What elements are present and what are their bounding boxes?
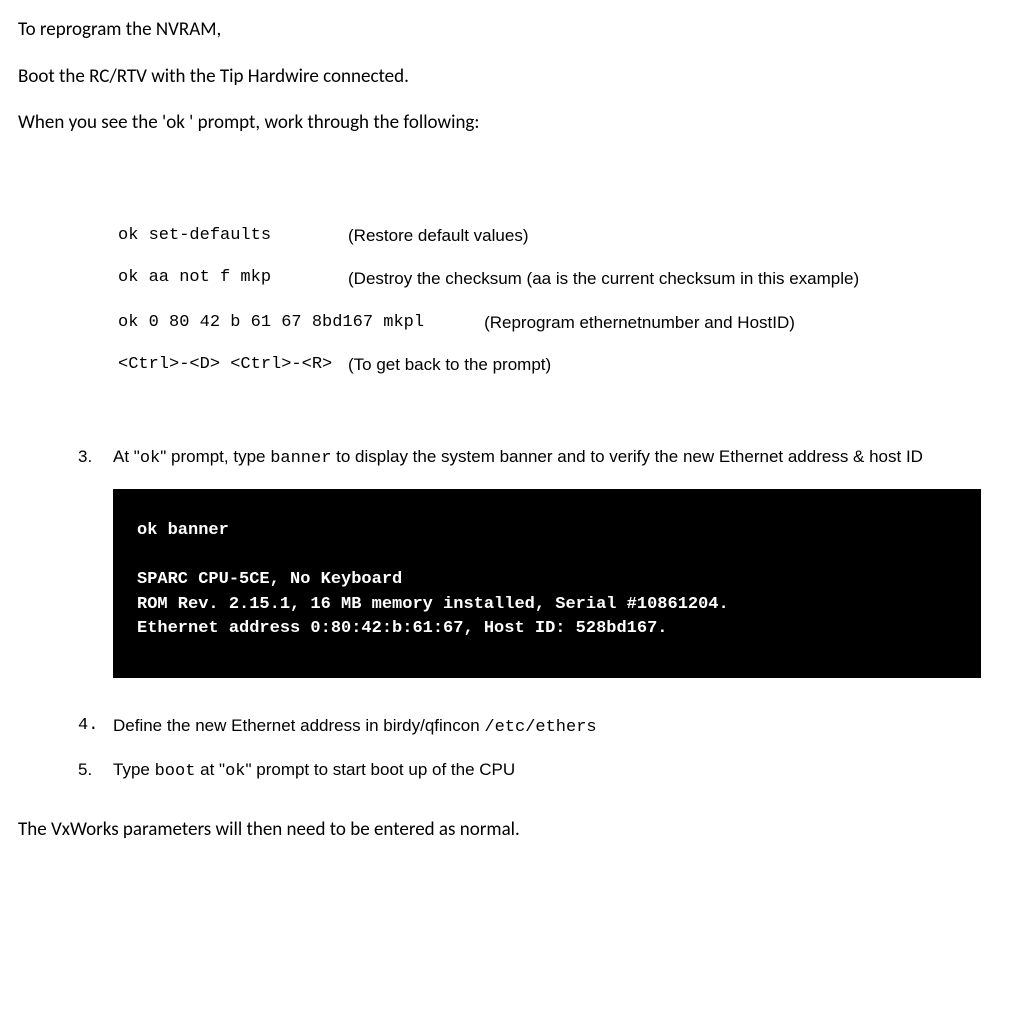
- step-body: Type boot at "ok" prompt to start boot u…: [113, 758, 991, 784]
- intro-line-3: When you see the 'ok ' prompt, work thro…: [18, 111, 991, 136]
- inline-code: banner: [270, 449, 331, 468]
- text: " prompt, type: [160, 447, 270, 466]
- terminal-line: ROM Rev. 2.15.1, 16 MB memory installed,…: [137, 593, 957, 618]
- text: at ": [195, 760, 225, 779]
- terminal-output: ok banner SPARC CPU-5CE, No KeyboardROM …: [113, 489, 981, 678]
- command-block: ok set-defaults (Restore default values)…: [118, 226, 991, 375]
- text: Type: [113, 760, 155, 779]
- step-number: 5.: [78, 758, 113, 784]
- step-body: Define the new Ethernet address in birdy…: [113, 714, 991, 740]
- cmd-row-set-defaults: ok set-defaults (Restore default values): [118, 226, 991, 246]
- step-5: 5. Type boot at "ok" prompt to start boo…: [78, 758, 991, 784]
- outro-text: The VxWorks parameters will then need to…: [18, 818, 991, 841]
- cmd-text: ok aa not f mkp: [118, 268, 348, 287]
- inline-code: /etc/ethers: [484, 718, 596, 737]
- cmd-row-destroy-checksum: ok aa not f mkp (Destroy the checksum (a…: [118, 268, 991, 291]
- inline-code: boot: [155, 762, 196, 781]
- text: At ": [113, 447, 140, 466]
- cmd-desc: (Reprogram ethernetnumber and HostID): [484, 313, 795, 333]
- step-4: 4. Define the new Ethernet address in bi…: [78, 714, 991, 740]
- step-body: At "ok" prompt, type banner to display t…: [113, 445, 991, 471]
- step-number: 4.: [78, 714, 113, 740]
- text: Define the new Ethernet address in birdy…: [113, 716, 484, 735]
- terminal-line: SPARC CPU-5CE, No Keyboard: [137, 568, 957, 593]
- step-3: 3. At "ok" prompt, type banner to displa…: [78, 445, 991, 471]
- step-number: 3.: [78, 445, 113, 471]
- cmd-desc: (Destroy the checksum (aa is the current…: [348, 268, 859, 291]
- text: to display the system banner and to veri…: [331, 447, 923, 466]
- cmd-row-reprogram: ok 0 80 42 b 61 67 8bd167 mkpl (Reprogra…: [118, 313, 991, 333]
- inline-code: ok: [140, 449, 160, 468]
- intro-line-1: To reprogram the NVRAM,: [18, 18, 991, 43]
- cmd-text: <Ctrl>-<D> <Ctrl>-<R>: [118, 355, 348, 374]
- cmd-desc: (To get back to the prompt): [348, 355, 551, 375]
- text: " prompt to start boot up of the CPU: [245, 760, 515, 779]
- cmd-row-ctrl-keys: <Ctrl>-<D> <Ctrl>-<R> (To get back to th…: [118, 355, 991, 375]
- terminal-line: ok banner: [137, 519, 957, 544]
- intro-line-2: Boot the RC/RTV with the Tip Hardwire co…: [18, 65, 991, 90]
- cmd-text: ok 0 80 42 b 61 67 8bd167 mkpl: [118, 313, 424, 332]
- cmd-desc: (Restore default values): [348, 226, 528, 246]
- numbered-steps: 3. At "ok" prompt, type banner to displa…: [78, 445, 991, 784]
- terminal-line: Ethernet address 0:80:42:b:61:67, Host I…: [137, 617, 957, 642]
- cmd-text: ok set-defaults: [118, 226, 348, 245]
- inline-code: ok: [225, 762, 245, 781]
- intro-section: To reprogram the NVRAM, Boot the RC/RTV …: [18, 18, 991, 136]
